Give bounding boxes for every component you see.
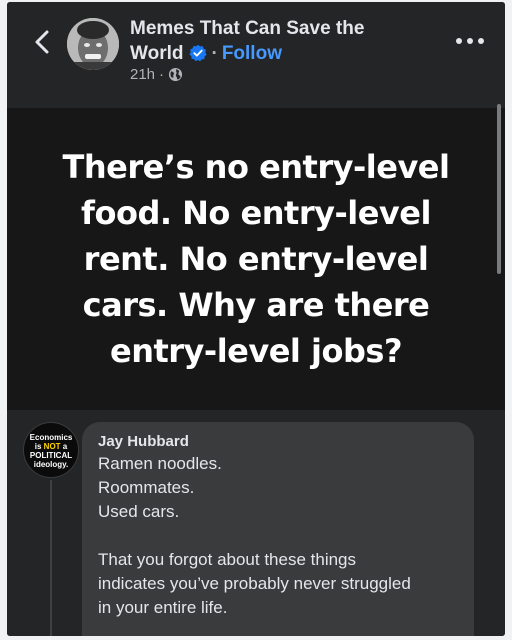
post-text-line: entry-level jobs? — [109, 332, 403, 370]
post-time[interactable]: 21h — [130, 66, 155, 83]
post-header: Memes That Can Save the World · Follow 21… — [7, 2, 505, 104]
comment-bubble[interactable]: Jay Hubbard Ramen noodles. Roommates. Us… — [82, 422, 474, 636]
scrollbar[interactable] — [497, 104, 501, 274]
more-horizontal-icon[interactable] — [455, 34, 485, 48]
avatar-text-part: a — [60, 442, 68, 451]
post-meta: 21h · — [130, 66, 183, 83]
avatar-text-line: is NOT a — [24, 442, 78, 451]
comment-line: Ramen noodles. — [98, 454, 222, 473]
post-text-line: There’s no entry-level — [62, 148, 450, 186]
page-avatar[interactable] — [67, 18, 119, 70]
avatar-text-line: Economics — [29, 433, 73, 442]
verified-badge-icon — [189, 44, 208, 62]
commenter-avatar[interactable]: Economics is NOT a POLITICAL ideology. — [23, 422, 79, 478]
comment-line: Used cars. — [98, 502, 180, 521]
post-text-line: cars. Why are there — [82, 286, 430, 324]
globe-icon[interactable] — [168, 67, 183, 82]
chevron-left-icon[interactable] — [29, 28, 57, 56]
comment-spacer — [98, 524, 458, 548]
page-name-line1[interactable]: Memes That Can Save the — [130, 16, 410, 41]
avatar-text-line: ideology. — [33, 460, 69, 469]
page-name[interactable]: Memes That Can Save the World · Follow — [130, 16, 410, 66]
post-text-line: food. No entry-level — [81, 194, 431, 232]
comment-line: indicates you’ve probably never struggle… — [98, 574, 411, 593]
comment-author[interactable]: Jay Hubbard — [98, 432, 458, 452]
post-image-text: There’s no entry-level food. No entry-le… — [36, 144, 476, 374]
post-text-line: rent. No entry-level — [83, 240, 429, 278]
follow-separator: · — [211, 43, 218, 64]
comment-line: Roommates. — [98, 478, 195, 497]
meta-separator: · — [159, 66, 165, 83]
avatar-text-highlight: NOT — [43, 442, 61, 451]
post-image[interactable]: There’s no entry-level food. No entry-le… — [7, 108, 505, 410]
thread-line — [50, 480, 52, 636]
post-view: Memes That Can Save the World · Follow 21… — [7, 2, 505, 636]
avatar-text-part: is — [34, 442, 44, 451]
avatar-text-line: POLITICAL — [29, 451, 73, 460]
comment-line: in your entire life. — [98, 598, 228, 617]
comment-line: That you forgot about these things — [98, 550, 357, 569]
comment-section: Economics is NOT a POLITICAL ideology. J… — [7, 410, 505, 636]
page-name-line2[interactable]: World — [130, 43, 183, 64]
follow-button[interactable]: Follow — [222, 43, 282, 64]
